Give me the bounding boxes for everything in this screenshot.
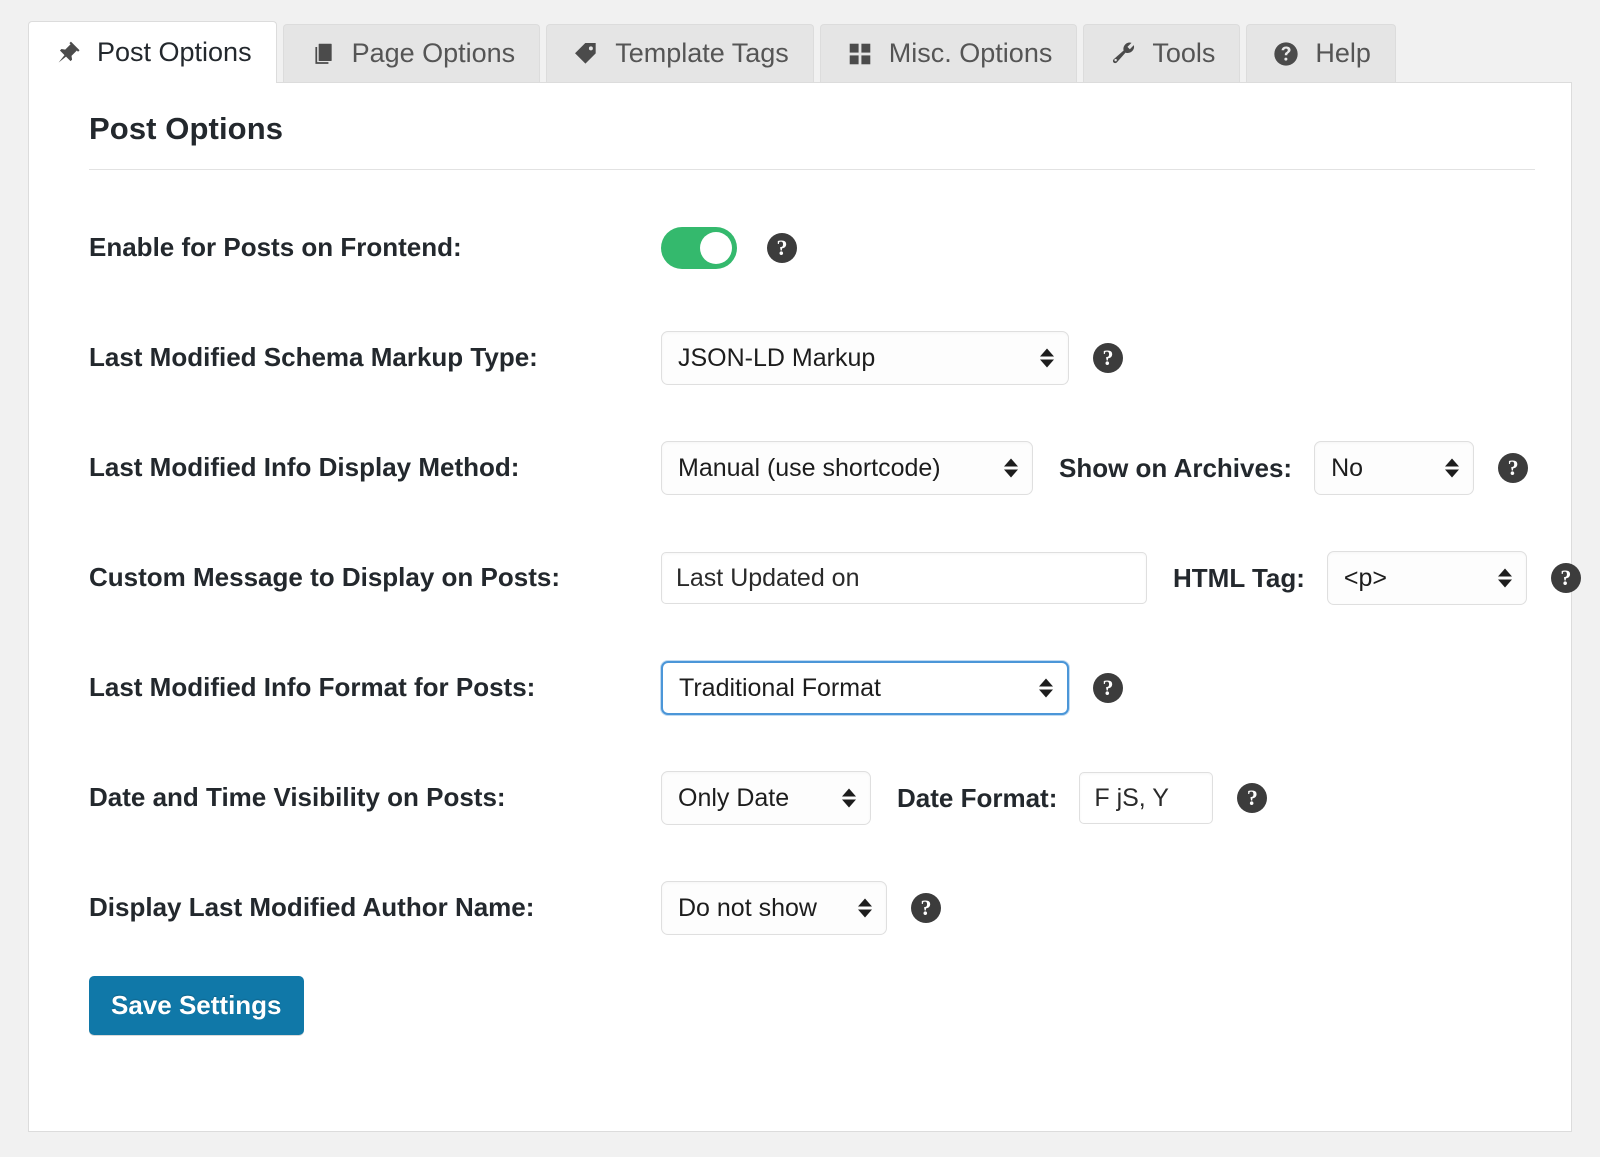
- date-format-value: F jS, Y: [1094, 783, 1169, 812]
- tag-icon: [571, 39, 601, 69]
- info-format-select[interactable]: Traditional Format: [661, 661, 1069, 715]
- select-arrows-icon: [1497, 568, 1512, 588]
- date-time-visibility-field: Only Date Date Format: F jS, Y ?: [661, 771, 1268, 825]
- custom-message-input[interactable]: Last Updated on: [661, 552, 1147, 604]
- tab-label: Help: [1315, 38, 1371, 68]
- tab-tools[interactable]: Tools: [1083, 24, 1241, 82]
- custom-message-label: Custom Message to Display on Posts:: [89, 562, 560, 593]
- info-format-value: Traditional Format: [679, 673, 881, 702]
- show-on-archives-label: Show on Archives:: [1059, 452, 1293, 483]
- pin-icon: [53, 38, 83, 68]
- info-format-field: Traditional Format ?: [661, 661, 1123, 715]
- html-tag-select[interactable]: <p>: [1326, 551, 1527, 605]
- show-on-archives-value: No: [1331, 453, 1364, 482]
- tab-template-tags[interactable]: Template Tags: [546, 24, 814, 82]
- display-method-value: Manual (use shortcode): [678, 453, 941, 482]
- enable-frontend-field: ?: [661, 227, 797, 269]
- tab-post-options[interactable]: Post Options: [28, 21, 277, 83]
- date-format-label: Date Format:: [897, 782, 1058, 813]
- post-options-form: Enable for Posts on Frontend: ? Last Mod…: [65, 170, 1581, 942]
- help-icon[interactable]: ?: [911, 893, 941, 923]
- tab-label: Template Tags: [615, 38, 789, 68]
- enable-frontend-toggle[interactable]: [661, 227, 737, 269]
- enable-frontend-label: Enable for Posts on Frontend:: [89, 232, 462, 263]
- date-time-visibility-value: Only Date: [678, 783, 790, 812]
- custom-message-value: Last Updated on: [676, 563, 860, 592]
- author-name-label: Display Last Modified Author Name:: [89, 892, 535, 923]
- author-name-select[interactable]: Do not show: [661, 881, 887, 935]
- show-on-archives-select[interactable]: No: [1314, 441, 1475, 495]
- date-time-visibility-label: Date and Time Visibility on Posts:: [89, 782, 506, 813]
- select-arrows-icon: [1004, 458, 1018, 478]
- help-icon[interactable]: ?: [1498, 453, 1529, 483]
- help-icon[interactable]: ?: [767, 233, 797, 263]
- tab-label: Tools: [1152, 38, 1216, 68]
- select-arrows-icon: [1039, 678, 1053, 698]
- author-name-value: Do not show: [678, 893, 817, 922]
- tab-list: Post Options Page Options Template Tags: [28, 20, 1600, 83]
- page-title: Post Options: [89, 111, 284, 146]
- custom-message-field: Last Updated on HTML Tag: <p> ?: [661, 551, 1581, 605]
- form-row-display-method: Last Modified Info Display Method: Manua…: [89, 434, 1535, 502]
- help-icon[interactable]: ?: [1093, 673, 1123, 703]
- schema-markup-value: JSON-LD Markup: [678, 343, 876, 372]
- select-arrows-icon: [842, 788, 856, 808]
- form-row-custom-message: Custom Message to Display on Posts: Last…: [89, 544, 1581, 612]
- settings-panel: Post Options Enable for Posts on Fronten…: [28, 82, 1581, 1132]
- tab-misc-options[interactable]: Misc. Options: [819, 24, 1078, 82]
- display-method-label: Last Modified Info Display Method:: [89, 452, 520, 483]
- tab-label: Misc. Options: [888, 38, 1053, 68]
- grid-icon: [845, 39, 875, 69]
- form-actions: Save Settings: [65, 942, 1535, 1035]
- help-icon[interactable]: ?: [1237, 783, 1268, 813]
- select-arrows-icon: [1040, 348, 1054, 368]
- tab-help[interactable]: Help: [1246, 24, 1396, 82]
- schema-markup-label: Last Modified Schema Markup Type:: [89, 342, 538, 373]
- form-row-info-format: Last Modified Info Format for Posts: Tra…: [89, 654, 1535, 722]
- display-method-field: Manual (use shortcode) Show on Archives:…: [661, 441, 1529, 495]
- html-tag-label: HTML Tag:: [1173, 562, 1305, 593]
- form-row-author-name: Display Last Modified Author Name: Do no…: [89, 874, 1535, 942]
- form-row-schema-markup: Last Modified Schema Markup Type: JSON-L…: [89, 324, 1535, 392]
- wrench-icon: [1108, 39, 1138, 69]
- schema-markup-field: JSON-LD Markup ?: [661, 331, 1123, 385]
- toggle-knob: [700, 232, 732, 264]
- select-arrows-icon: [1445, 458, 1460, 478]
- select-arrows-icon: [858, 898, 872, 918]
- date-time-visibility-select[interactable]: Only Date: [661, 771, 871, 825]
- help-icon[interactable]: ?: [1550, 563, 1581, 593]
- author-name-field: Do not show ?: [661, 881, 941, 935]
- tab-label: Post Options: [97, 37, 252, 67]
- schema-markup-select[interactable]: JSON-LD Markup: [661, 331, 1069, 385]
- info-format-label: Last Modified Info Format for Posts:: [89, 672, 536, 703]
- form-row-enable-frontend: Enable for Posts on Frontend: ?: [89, 214, 1535, 282]
- date-format-input[interactable]: F jS, Y: [1079, 772, 1214, 824]
- tab-label: Page Options: [351, 38, 516, 68]
- html-tag-value: <p>: [1343, 563, 1388, 592]
- help-circle-icon: [1271, 39, 1301, 69]
- help-icon[interactable]: ?: [1093, 343, 1123, 373]
- display-method-select[interactable]: Manual (use shortcode): [661, 441, 1033, 495]
- tab-bar: Post Options Page Options Template Tags: [0, 0, 1600, 83]
- pages-icon: [308, 39, 338, 69]
- form-row-date-time-visibility: Date and Time Visibility on Posts: Only …: [89, 764, 1535, 832]
- tab-page-options[interactable]: Page Options: [282, 24, 541, 82]
- save-settings-button[interactable]: Save Settings: [89, 976, 304, 1035]
